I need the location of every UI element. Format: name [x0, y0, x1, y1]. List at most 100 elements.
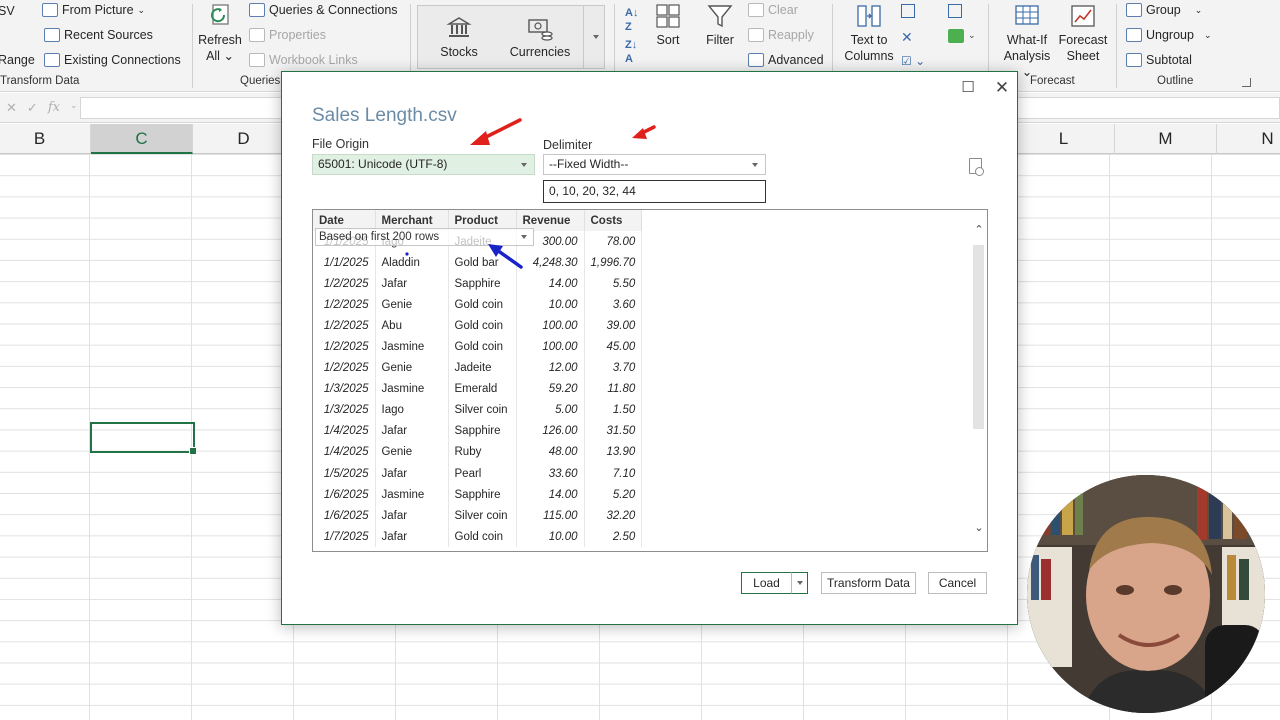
recent-sources-button[interactable]: Recent Sources [44, 28, 153, 42]
refresh-all-line2: All ⌄ [206, 49, 234, 63]
file-origin-select[interactable]: 65001: Unicode (UTF-8) [312, 154, 535, 175]
forecast-sheet-line2: Sheet [1066, 49, 1100, 63]
stocks-button[interactable]: Stocks [436, 14, 482, 60]
data-validation-icon[interactable]: ☑ ⌄ [901, 54, 925, 68]
cell-revenue: 33.60 [516, 463, 585, 485]
recent-sources-label: Recent Sources [64, 28, 153, 42]
cancel-entry-icon[interactable]: ✕ [6, 100, 17, 116]
transform-data-label: Transform Data [827, 576, 910, 590]
cell-product: Silver coin [448, 399, 517, 421]
cell-product: Jadeite [448, 357, 517, 379]
reapply-button[interactable]: Reapply [748, 28, 814, 42]
text-to-columns-icon [857, 5, 881, 27]
ungroup-icon [1126, 28, 1142, 42]
properties-button[interactable]: Properties [249, 28, 326, 42]
currencies-button[interactable]: Currencies [508, 14, 572, 60]
flash-fill-icon[interactable] [901, 4, 915, 18]
cell-merchant: Jasmine [375, 484, 449, 506]
cancel-button[interactable]: Cancel [928, 572, 987, 594]
cell-product: Gold coin [448, 315, 517, 337]
scroll-thumb[interactable] [973, 245, 984, 429]
delimiter-select[interactable]: --Fixed Width-- [543, 154, 766, 175]
cell-merchant: Iago [375, 399, 449, 421]
cell-costs: 2.50 [584, 526, 643, 548]
load-label: Load [753, 576, 780, 590]
subtotal-button[interactable]: Subtotal [1126, 53, 1192, 67]
maximize-icon[interactable]: ☐ [956, 78, 980, 98]
separator [1116, 4, 1117, 88]
column-header-l[interactable]: L [1013, 124, 1115, 154]
csv-import-dialog: ☐ ✕ Sales Length.csv File Origin 65001: … [281, 71, 1018, 625]
group-label-outline: Outline [1157, 75, 1194, 87]
column-widths-input[interactable]: 0, 10, 20, 32, 44 [543, 180, 766, 203]
cell-revenue: 5.00 [516, 399, 585, 421]
header-costs: Costs [584, 210, 643, 231]
cell-merchant: Abu [375, 315, 449, 337]
file-origin-value: 65001: Unicode (UTF-8) [318, 157, 448, 171]
workbook-links-label: Workbook Links [269, 53, 358, 67]
dialog-launcher-icon[interactable] [1242, 78, 1251, 87]
data-type-detection-select[interactable]: Based on first 200 rows [315, 228, 534, 246]
close-icon[interactable]: ✕ [990, 78, 1014, 98]
insert-function-icon[interactable]: fx [48, 100, 60, 116]
chevron-down-icon [521, 163, 527, 167]
workbook-links-button[interactable]: Workbook Links [249, 53, 358, 67]
table-row: 1/2/2025 Jafar Sapphire 14.00 5.50 [313, 273, 643, 295]
load-button[interactable]: Load [741, 572, 792, 594]
cell-revenue: 14.00 [516, 273, 585, 295]
picture-icon [42, 3, 58, 17]
text-to-columns-button[interactable]: Text to Columns [842, 2, 896, 64]
from-range-button[interactable]: Range [0, 53, 35, 67]
cell-date: 1/6/2025 [313, 505, 376, 527]
filter-icon [707, 5, 733, 28]
from-picture-label: From Picture [62, 3, 134, 17]
filter-button[interactable]: Filter [702, 2, 738, 48]
remove-duplicates-icon[interactable]: ✕ [901, 29, 913, 46]
advanced-button[interactable]: Advanced [748, 53, 824, 67]
forecast-sheet-button[interactable]: Forecast Sheet [1056, 2, 1110, 64]
from-picture-button[interactable]: From Picture ⌄ [42, 3, 145, 17]
refresh-label: Refresh [198, 33, 242, 47]
preview-scrollbar[interactable]: ⌃ ⌄ [970, 210, 987, 551]
cell-costs: 11.80 [584, 378, 643, 400]
scroll-up-icon[interactable]: ⌃ [973, 224, 985, 236]
consolidate-icon[interactable] [948, 4, 962, 18]
column-header-b[interactable]: B [0, 124, 91, 154]
column-header-d[interactable]: D [193, 124, 295, 154]
queries-connections-button[interactable]: Queries & Connections [249, 3, 398, 17]
cell-revenue: 59.20 [516, 378, 585, 400]
dialog-title: Sales Length.csv [312, 105, 457, 126]
column-header-m[interactable]: M [1115, 124, 1217, 154]
relationships-icon[interactable] [948, 29, 964, 43]
cell-costs: 5.20 [584, 484, 643, 506]
ungroup-button[interactable]: Ungroup ⌄ [1126, 28, 1212, 42]
cell-date: 1/4/2025 [313, 420, 376, 442]
group-button[interactable]: Group ⌄ [1126, 3, 1202, 17]
link-icon [249, 53, 265, 67]
load-options-button[interactable] [791, 572, 808, 594]
cell-merchant: Jafar [375, 505, 449, 527]
what-if-analysis-button[interactable]: What-If Analysis ⌄ [1000, 2, 1054, 80]
transform-data-button[interactable]: Transform Data [821, 572, 916, 594]
sort-za-button[interactable]: Z↓ A [625, 38, 637, 66]
existing-connections-button[interactable]: Existing Connections [44, 53, 181, 67]
from-csv-fragment[interactable]: SV [0, 4, 15, 18]
gallery-more-button[interactable] [583, 5, 605, 69]
cell-product: Gold coin [448, 294, 517, 316]
file-settings-icon[interactable] [969, 158, 984, 176]
clear-button[interactable]: Clear [748, 3, 798, 17]
scroll-down-icon[interactable]: ⌄ [973, 522, 985, 534]
table-row: 1/4/2025 Genie Ruby 48.00 13.90 [313, 441, 643, 464]
confirm-entry-icon[interactable]: ✓ [27, 100, 38, 116]
column-header-n[interactable]: N [1217, 124, 1280, 154]
table-row: 1/3/2025 Jasmine Emerald 59.20 11.80 [313, 378, 643, 400]
cell-merchant: Jafar [375, 420, 449, 442]
sort-button[interactable]: Sort [650, 2, 686, 48]
cell-merchant: Jasmine [375, 378, 449, 400]
column-header-c[interactable]: C [91, 124, 193, 154]
refresh-all-button[interactable]: Refresh All ⌄ [198, 2, 242, 64]
sort-az-button[interactable]: A↓ Z [625, 6, 638, 34]
cell-product: Gold coin [448, 526, 517, 548]
file-origin-label: File Origin [312, 137, 369, 151]
active-cell[interactable] [90, 422, 197, 455]
